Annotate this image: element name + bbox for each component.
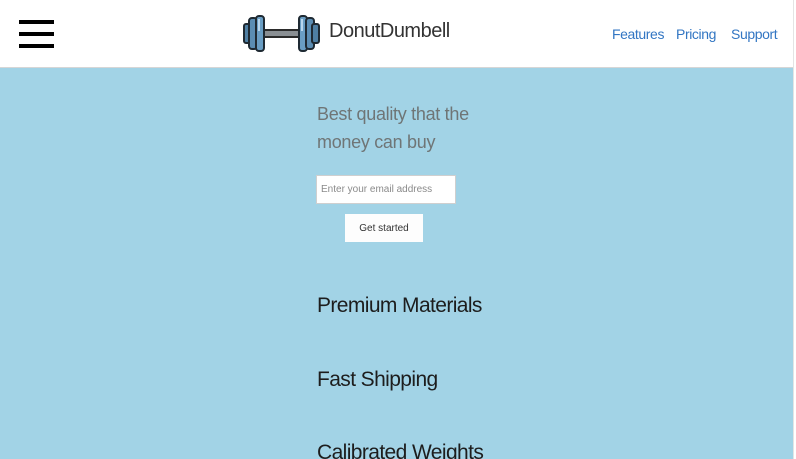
hamburger-bar: [19, 32, 54, 36]
hero-tagline: Best quality that the money can buy: [317, 104, 469, 152]
header: DonutDumbell Features Pricing Support: [0, 0, 793, 68]
hamburger-bar: [19, 20, 54, 24]
feature-heading-fast-shipping: Fast Shipping: [317, 368, 438, 391]
nav-link-pricing[interactable]: Pricing: [676, 26, 716, 42]
brand-name[interactable]: DonutDumbell: [329, 20, 450, 43]
hamburger-menu-icon[interactable]: [19, 20, 54, 48]
nav-link-support[interactable]: Support: [731, 26, 778, 42]
dumbbell-icon: [243, 15, 320, 52]
nav-link-features[interactable]: Features: [612, 26, 664, 42]
feature-heading-calibrated-weights: Calibrated Weights: [317, 441, 484, 459]
hero-section: Best quality that the money can buy Get …: [0, 68, 793, 459]
feature-heading-premium-materials: Premium Materials: [317, 294, 482, 317]
hamburger-bar: [19, 44, 54, 48]
email-input[interactable]: [316, 175, 456, 204]
page: DonutDumbell Features Pricing Support Be…: [0, 0, 796, 459]
get-started-button[interactable]: Get started: [345, 214, 423, 242]
